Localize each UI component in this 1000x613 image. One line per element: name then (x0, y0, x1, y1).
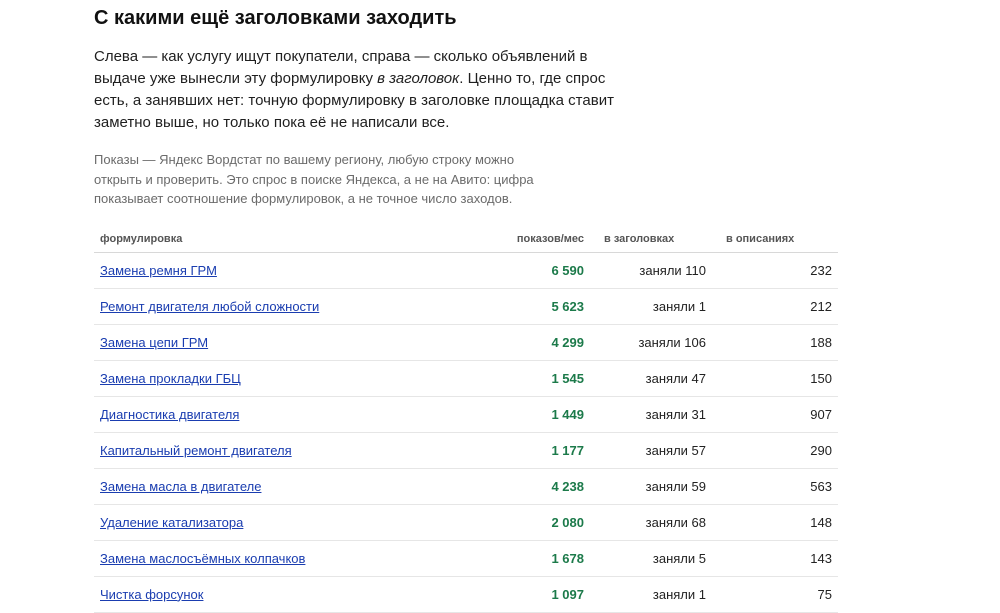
table-row: Замена прокладки ГБЦ 1 545 заняли 47 150 (94, 360, 838, 397)
shows-cell: 5 623 (466, 288, 590, 325)
phrase-cell: Чистка форсунок (94, 576, 466, 613)
phrases-table: формулировка показов/мес в заголовках в … (94, 224, 838, 613)
shows-cell: 6 590 (466, 252, 590, 289)
in-titles-cell: заняли 57 (590, 432, 712, 469)
table-row: Замена масла в двигателе 4 238 заняли 59 56… (94, 468, 838, 505)
header-phrase: формулировка (94, 224, 466, 253)
phrase-link[interactable]: Капитальный ремонт двигателя (100, 443, 292, 458)
table-row: Чистка форсунок 1 097 заняли 1 75 (94, 576, 838, 613)
header-in-titles: в заголовках (590, 224, 712, 253)
phrase-link[interactable]: Замена цепи ГРМ (100, 335, 208, 350)
in-titles-cell: заняли 110 (590, 252, 712, 289)
phrase-cell: Удаление катализатора (94, 504, 466, 541)
phrase-link[interactable]: Замена маслосъёмных колпачков (100, 551, 305, 566)
in-titles-cell: заняли 59 (590, 468, 712, 505)
lead-emphasis: в заголовок (377, 70, 460, 87)
shows-cell: 4 299 (466, 324, 590, 361)
table-row: Удаление катализатора 2 080 заняли 68 148 (94, 504, 838, 541)
in-titles-cell: заняли 5 (590, 540, 712, 577)
phrase-cell: Ремонт двигателя любой сложности (94, 288, 466, 325)
in-titles-cell: заняли 47 (590, 360, 712, 397)
in-titles-cell: заняли 31 (590, 396, 712, 433)
in-descriptions-cell: 188 (712, 324, 838, 361)
in-descriptions-cell: 232 (712, 252, 838, 289)
table-body: Замена ремня ГРМ 6 590 заняли 110 232 Ремонт… (94, 252, 838, 613)
phrase-cell: Замена цепи ГРМ (94, 324, 466, 361)
shows-cell: 4 238 (466, 468, 590, 505)
table-row: Диагностика двигателя 1 449 заняли 31 907 (94, 396, 838, 433)
header-shows: показов/мес (466, 224, 590, 253)
shows-cell: 2 080 (466, 504, 590, 541)
lead-paragraph: Слева — как услугу ищут покупатели, спра… (94, 46, 614, 134)
table-row: Ремонт двигателя любой сложности 5 623 зан… (94, 288, 838, 325)
shows-cell: 1 097 (466, 576, 590, 613)
phrase-cell: Замена маслосъёмных колпачков (94, 540, 466, 577)
in-descriptions-cell: 150 (712, 360, 838, 397)
shows-cell: 1 177 (466, 432, 590, 469)
phrase-link[interactable]: Удаление катализатора (100, 515, 243, 530)
shows-cell: 1 449 (466, 396, 590, 433)
in-descriptions-cell: 75 (712, 576, 838, 613)
phrase-link[interactable]: Замена ремня ГРМ (100, 263, 217, 278)
source-note: Показы — Яндекс Вордстат по вашему регио… (94, 152, 534, 206)
shows-cell: 1 678 (466, 540, 590, 577)
phrase-cell: Замена прокладки ГБЦ (94, 360, 466, 397)
in-titles-cell: заняли 68 (590, 504, 712, 541)
phrase-link[interactable]: Чистка форсунок (100, 587, 203, 602)
in-descriptions-cell: 907 (712, 396, 838, 433)
phrase-cell: Замена масла в двигателе (94, 468, 466, 505)
header-in-descriptions: в описаниях (712, 224, 838, 253)
phrase-link[interactable]: Замена масла в двигателе (100, 479, 261, 494)
content: С какими ещё заголовками заходить Слева … (0, 0, 1000, 613)
in-descriptions-cell: 148 (712, 504, 838, 541)
in-descriptions-cell: 563 (712, 468, 838, 505)
phrase-cell: Диагностика двигателя (94, 396, 466, 433)
shows-cell: 1 545 (466, 360, 590, 397)
table-row: Капитальный ремонт двигателя 1 177 заняли … (94, 432, 838, 469)
table-row: Замена цепи ГРМ 4 299 заняли 106 188 (94, 324, 838, 361)
in-titles-cell: заняли 1 (590, 576, 712, 613)
table-header-row: формулировка показов/мес в заголовках в … (94, 224, 838, 253)
in-titles-cell: заняли 1 (590, 288, 712, 325)
phrase-link[interactable]: Ремонт двигателя любой сложности (100, 299, 319, 314)
in-descriptions-cell: 290 (712, 432, 838, 469)
phrase-cell: Капитальный ремонт двигателя (94, 432, 466, 469)
section-heading: С какими ещё заголовками заходить (94, 7, 457, 29)
in-descriptions-cell: 212 (712, 288, 838, 325)
table-row: Замена маслосъёмных колпачков 1 678 заняли… (94, 540, 838, 577)
in-titles-cell: заняли 106 (590, 324, 712, 361)
phrase-link[interactable]: Замена прокладки ГБЦ (100, 371, 241, 386)
table-row: Замена ремня ГРМ 6 590 заняли 110 232 (94, 252, 838, 289)
phrase-link[interactable]: Диагностика двигателя (100, 407, 239, 422)
in-descriptions-cell: 143 (712, 540, 838, 577)
phrase-cell: Замена ремня ГРМ (94, 252, 466, 289)
